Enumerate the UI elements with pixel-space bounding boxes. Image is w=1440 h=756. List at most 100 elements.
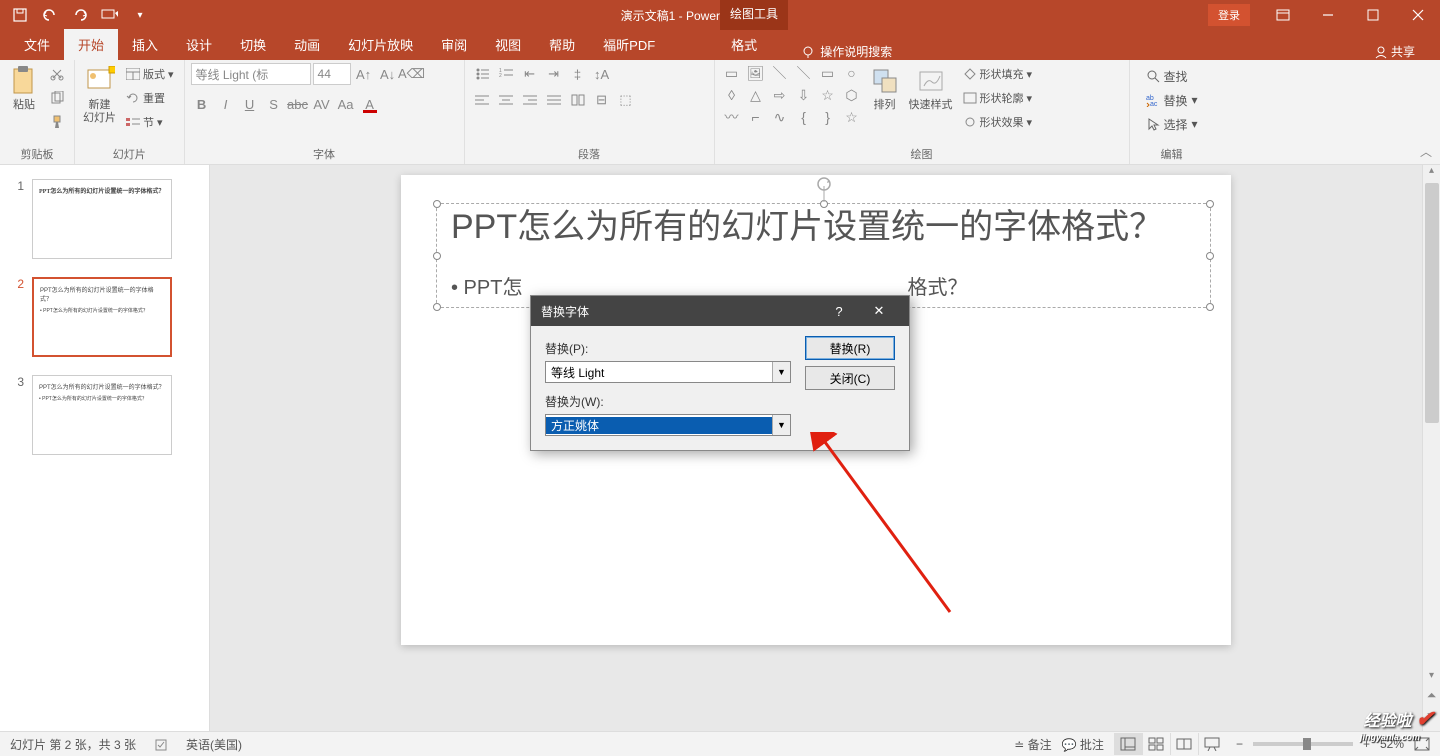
numbering-button[interactable]: 12 [495,63,517,85]
shape-brace-r[interactable]: } [817,107,839,127]
font-name-combo[interactable]: 等线 Light (标 [191,63,311,85]
zoom-slider[interactable] [1253,742,1353,746]
cut-button[interactable] [46,63,68,85]
vertical-scrollbar[interactable]: ▴ ▾ ⏶ ⏷ [1422,165,1440,731]
shape-curve2[interactable]: ∿ [769,107,791,127]
login-button[interactable]: 登录 [1208,4,1250,26]
shape-line2[interactable]: ＼ [793,63,815,83]
tab-help[interactable]: 帮助 [535,29,589,60]
shape-star[interactable]: ☆ [817,85,839,105]
tab-format[interactable]: 格式 [717,29,771,60]
font-color-button[interactable]: A [359,93,381,115]
shape-curve[interactable]: 〰 [721,107,743,127]
tab-design[interactable]: 设计 [172,29,226,60]
find-button[interactable]: 查找 [1142,65,1202,87]
section-button[interactable]: 节 ▾ [122,111,178,133]
new-slide-button[interactable]: 新建 幻灯片 [81,63,118,127]
char-spacing-button[interactable]: AV [311,93,333,115]
columns-button[interactable] [567,89,589,111]
tab-animation[interactable]: 动画 [280,29,334,60]
dialog-close-icon[interactable]: ✕ [859,296,899,326]
shape-picture[interactable]: 🖼 [745,63,767,83]
thumb-3[interactable]: 3 PPT怎么为所有的幻灯片设置统一的字体格式？• PPT怎么为所有的幻灯片设置… [0,371,209,469]
quick-styles-button[interactable]: 快速样式 [907,63,955,114]
justify-button[interactable] [543,89,565,111]
start-from-beginning-icon[interactable] [100,5,120,25]
reset-button[interactable]: 重置 [122,87,178,109]
ribbon-display-icon[interactable] [1260,0,1305,30]
dialog-title-bar[interactable]: 替换字体 ? ✕ [531,296,909,326]
shape-elbow[interactable]: ⌐ [745,107,767,127]
increase-font-icon[interactable]: A↑ [353,63,375,85]
shape-triangle[interactable]: △ [745,85,767,105]
shapes-gallery[interactable]: ▭ 🖼 ＼ ＼ ▭ ○ ◊ △ ⇨ ⇩ ☆ ⬡ 〰 ⌐ ∿ { } ☆ [721,63,863,127]
tell-me-search[interactable]: 操作说明搜索 [801,43,892,60]
align-center-button[interactable] [495,89,517,111]
save-icon[interactable] [10,5,30,25]
tab-home[interactable]: 开始 [64,29,118,60]
replace-button[interactable]: abac替换 ▾ [1142,89,1202,111]
italic-button[interactable]: I [215,93,237,115]
tab-foxit[interactable]: 福昕PDF [589,29,669,60]
scrollbar-thumb[interactable] [1425,183,1439,423]
tab-view[interactable]: 视图 [481,29,535,60]
smartart-button[interactable]: ⬚ [615,89,637,111]
spellcheck-icon[interactable] [154,737,168,751]
underline-button[interactable]: U [239,93,261,115]
qat-dropdown-icon[interactable]: ▾ [130,5,150,25]
slideshow-view-icon[interactable] [1198,733,1226,755]
replace-combo[interactable]: 等线 Light▼ [545,361,791,383]
bold-button[interactable]: B [191,93,213,115]
shape-effects-button[interactable]: 形状效果 ▾ [959,111,1037,133]
dialog-help-icon[interactable]: ? [819,296,859,326]
prev-slide-icon[interactable]: ⏶ [1423,688,1440,703]
copy-button[interactable] [46,87,68,109]
collapse-ribbon-icon[interactable]: ︿ [1420,143,1432,160]
align-right-button[interactable] [519,89,541,111]
shape-brace-l[interactable]: { [793,107,815,127]
tab-review[interactable]: 审阅 [427,29,481,60]
close-action-button[interactable]: 关闭(C) [805,366,895,390]
select-button[interactable]: 选择 ▾ [1142,113,1202,135]
redo-icon[interactable] [70,5,90,25]
sorter-view-icon[interactable] [1142,733,1170,755]
tab-slideshow[interactable]: 幻灯片放映 [334,29,427,60]
title-textbox-selection[interactable] [436,203,1211,308]
tab-transition[interactable]: 切换 [226,29,280,60]
shape-callout[interactable]: ☆ [841,107,863,127]
thumb-1[interactable]: 1 PPT怎么为所有的幻灯片设置统一的字体格式？ [0,175,209,273]
thumb-2[interactable]: 2 PPT怎么为所有的幻灯片设置统一的字体格式？• PPT怎么为所有的幻灯片设置… [0,273,209,371]
line-spacing-button[interactable]: ‡ [567,63,589,85]
language-indicator[interactable]: 英语(美国) [186,736,242,753]
maximize-icon[interactable] [1350,0,1395,30]
normal-view-icon[interactable] [1114,733,1142,755]
text-direction-button[interactable]: ↕A [591,63,613,85]
comments-button[interactable]: 💬 批注 [1062,736,1104,753]
arrange-button[interactable]: 排列 [867,63,903,114]
shape-rect[interactable]: ▭ [817,63,839,83]
replace-action-button[interactable]: 替换(R) [805,336,895,360]
tab-insert[interactable]: 插入 [118,29,172,60]
layout-button[interactable]: 版式 ▾ [122,63,178,85]
shape-hex[interactable]: ⬡ [841,85,863,105]
rotate-handle-icon[interactable] [814,176,834,202]
share-button[interactable]: 共享 [1374,43,1415,60]
notes-button[interactable]: ≐ 备注 [1014,736,1051,753]
shape-textbox[interactable]: ▭ [721,63,743,83]
chevron-down-icon[interactable]: ▼ [772,362,790,382]
reading-view-icon[interactable] [1170,733,1198,755]
shape-outline-button[interactable]: 形状轮廓 ▾ [959,87,1037,109]
strike-button[interactable]: abc [287,93,309,115]
undo-icon[interactable] [40,5,60,25]
replace-with-combo[interactable]: 方正姚体▼ [545,414,791,436]
chevron-down-icon[interactable]: ▼ [772,415,790,435]
increase-indent-button[interactable]: ⇥ [543,63,565,85]
slide-thumbnail-panel[interactable]: 1 PPT怎么为所有的幻灯片设置统一的字体格式？ 2 PPT怎么为所有的幻灯片设… [0,165,210,731]
decrease-font-icon[interactable]: A↓ [377,63,399,85]
align-left-button[interactable] [471,89,493,111]
minimize-icon[interactable] [1305,0,1350,30]
shape-fill-button[interactable]: 形状填充 ▾ [959,63,1037,85]
change-case-button[interactable]: Aa [335,93,357,115]
font-size-combo[interactable]: 44 [313,63,351,85]
shadow-button[interactable]: S [263,93,285,115]
